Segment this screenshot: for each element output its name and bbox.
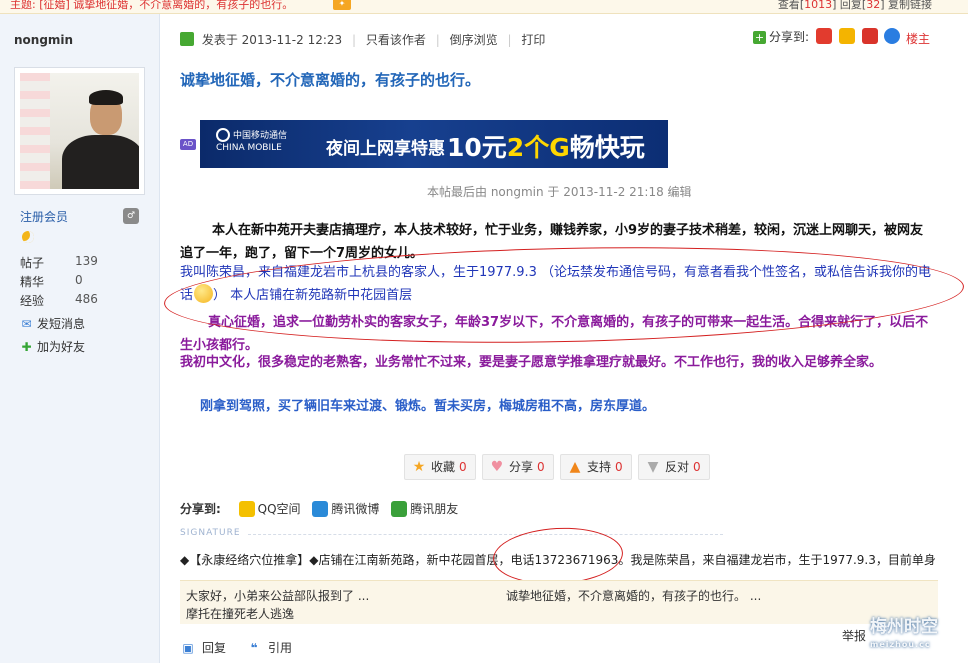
copy-link-button[interactable]: 复制链接 [888, 0, 932, 11]
print-link[interactable]: 打印 [521, 33, 545, 47]
star-icon: ★ [412, 459, 426, 475]
tencent-weibo-icon [312, 501, 329, 517]
tencent-weibo-icon[interactable] [838, 28, 855, 44]
quote-icon: ❝ [250, 641, 258, 655]
oppose-button[interactable]: ▼ 反对 0 [638, 454, 710, 480]
banner-offer: 10元2个G畅快玩 [447, 133, 645, 162]
reverse-view-link[interactable]: 倒序浏览 [450, 33, 498, 47]
kaixin-icon[interactable] [884, 28, 901, 44]
post-title: 诚挚地征婚，不介意离婚的，有孩子的也行。 [180, 71, 481, 89]
heart-icon: ♥ [490, 459, 504, 475]
share-row: 分享到: QQ空间 腾讯微博 腾讯朋友 [180, 501, 459, 517]
qzone-icon [238, 501, 255, 517]
posted-time: 2013-11-2 12:23 [241, 33, 343, 47]
thumbs-up-icon: ▲ [569, 459, 581, 475]
mail-icon: ✉ [21, 317, 32, 331]
add-friend-link[interactable]: ✚ 加为好友 [20, 338, 85, 355]
stat-digest: 精华 0 [20, 273, 83, 289]
stat-experience: 经验 486 [20, 292, 98, 308]
user-group[interactable]: 注册会员 [20, 208, 68, 225]
post-meta-bar: 发表于 2013-11-2 12:23 | 只看该作者 | 倒序浏览 | 打印 [180, 31, 545, 48]
share-bar-top: + 分享到: [753, 28, 901, 45]
thread-title[interactable]: 主题: [征婚] 诚挚地征婚，不介意离婚的，有孩子的也行。 [10, 0, 293, 12]
hot-icon: ✦ [333, 0, 351, 10]
post-paragraph-1: 本人在新中苑开夫妻店搞理疗，本人技术较好，忙于业务，赚钱养家，小9岁的妻子技术稍… [180, 223, 924, 261]
signature-divider [248, 534, 723, 535]
clover-icon [391, 501, 408, 517]
ad-banner[interactable]: 中国移动通信 CHINA MOBILE 夜间上网享特惠 10元2个G畅快玩 [200, 120, 668, 168]
share-tencent-weibo[interactable]: 腾讯微博 [331, 502, 379, 516]
thread-stats: 查看[1013] 回复[32] 复制链接 [777, 0, 932, 11]
edit-note: 本帖最后由 nongmin 于 2013-11-2 21:18 编辑 [427, 185, 692, 199]
renren-icon[interactable] [861, 28, 878, 44]
smiley-icon [194, 284, 214, 303]
reply-button[interactable]: ▣ 回复 [180, 639, 226, 656]
stat-posts: 帖子 139 [20, 254, 98, 270]
send-message-link[interactable]: ✉ 发短消息 [20, 315, 85, 332]
banner-slogan: 夜间上网享特惠 [326, 139, 445, 159]
post-paragraph-4: 我初中文化，很多稳定的老熟客，业务常忙不过来，要是妻子愿意学推拿理疗就最好。不工… [180, 355, 883, 370]
related-thread-2[interactable]: 诚挚地征婚，不介意离婚的，有孩子的也行。 ... [506, 587, 761, 604]
posted-label: 发表于 [201, 33, 238, 47]
gender-icon: ♂ [123, 208, 139, 224]
avatar[interactable] [14, 67, 145, 195]
post-icon [180, 32, 194, 46]
related-thread-1[interactable]: 大家好，小弟来公益部队报到了 ... [186, 587, 369, 604]
china-mobile-logo: 中国移动通信 CHINA MOBILE [216, 128, 296, 158]
only-author-link[interactable]: 只看该作者 [366, 33, 426, 47]
post-paragraph-5: 刚拿到驾照，买了辆旧车来过渡、锻炼。暂未买房，梅城房租不高，房东厚道。 [200, 399, 656, 414]
related-threads: 大家好，小弟来公益部队报到了 ... 诚挚地征婚，不介意离婚的，有孩子的也行。 … [180, 580, 938, 624]
floor-label[interactable]: 楼主 [906, 30, 930, 47]
quote-button[interactable]: ❝ 引用 [246, 639, 292, 656]
share-plus-icon: + [753, 31, 766, 44]
plus-icon: ✚ [21, 340, 32, 354]
post-main: 发表于 2013-11-2 12:23 | 只看该作者 | 倒序浏览 | 打印 … [160, 14, 968, 663]
signature-label: SIGNATURE [180, 528, 241, 538]
avatar-photo [20, 73, 139, 189]
related-thread-3[interactable]: 摩托在撞死老人逃逸 [186, 605, 294, 622]
site-watermark: 梅州时空 meizhou.cc [870, 617, 938, 649]
signature-text: ◆【永康经络穴位推拿】◆店铺在江南新苑路，新中花园首层，电话1372367196… [180, 553, 936, 567]
reply-icon: ▣ [182, 641, 194, 655]
views-count: 1013 [804, 0, 833, 11]
support-button[interactable]: ▲ 支持 0 [560, 454, 632, 480]
replies-count: 32 [866, 0, 881, 11]
share-button[interactable]: ♥ 分享 0 [482, 454, 554, 480]
post-paragraph-2: 我叫陈荣昌，来自福建龙岩市上杭县的客家人，生于1977.9.3 （论坛禁发布通信… [180, 265, 932, 303]
author-username[interactable]: nongmin [14, 33, 73, 47]
level-moon-icon [22, 231, 34, 243]
views-label: 查看 [777, 0, 800, 11]
report-link[interactable]: 举报 [842, 627, 866, 644]
share-tencent-friends[interactable]: 腾讯朋友 [410, 502, 458, 516]
qzone-icon[interactable] [815, 28, 832, 44]
share-qzone[interactable]: QQ空间 [258, 502, 301, 516]
replies-label: 回复 [839, 0, 862, 11]
ad-tag: AD [180, 139, 196, 150]
favorite-button[interactable]: ★ 收藏 0 [404, 454, 476, 480]
author-sidebar: nongmin 注册会员 ♂ 帖子 139 精华 0 经验 486 ✉ 发短消息 … [0, 14, 160, 663]
thread-header: 主题: [征婚] 诚挚地征婚，不介意离婚的，有孩子的也行。 ✦ 查看[1013]… [0, 0, 968, 14]
thumbs-down-icon: ▼ [647, 459, 659, 475]
